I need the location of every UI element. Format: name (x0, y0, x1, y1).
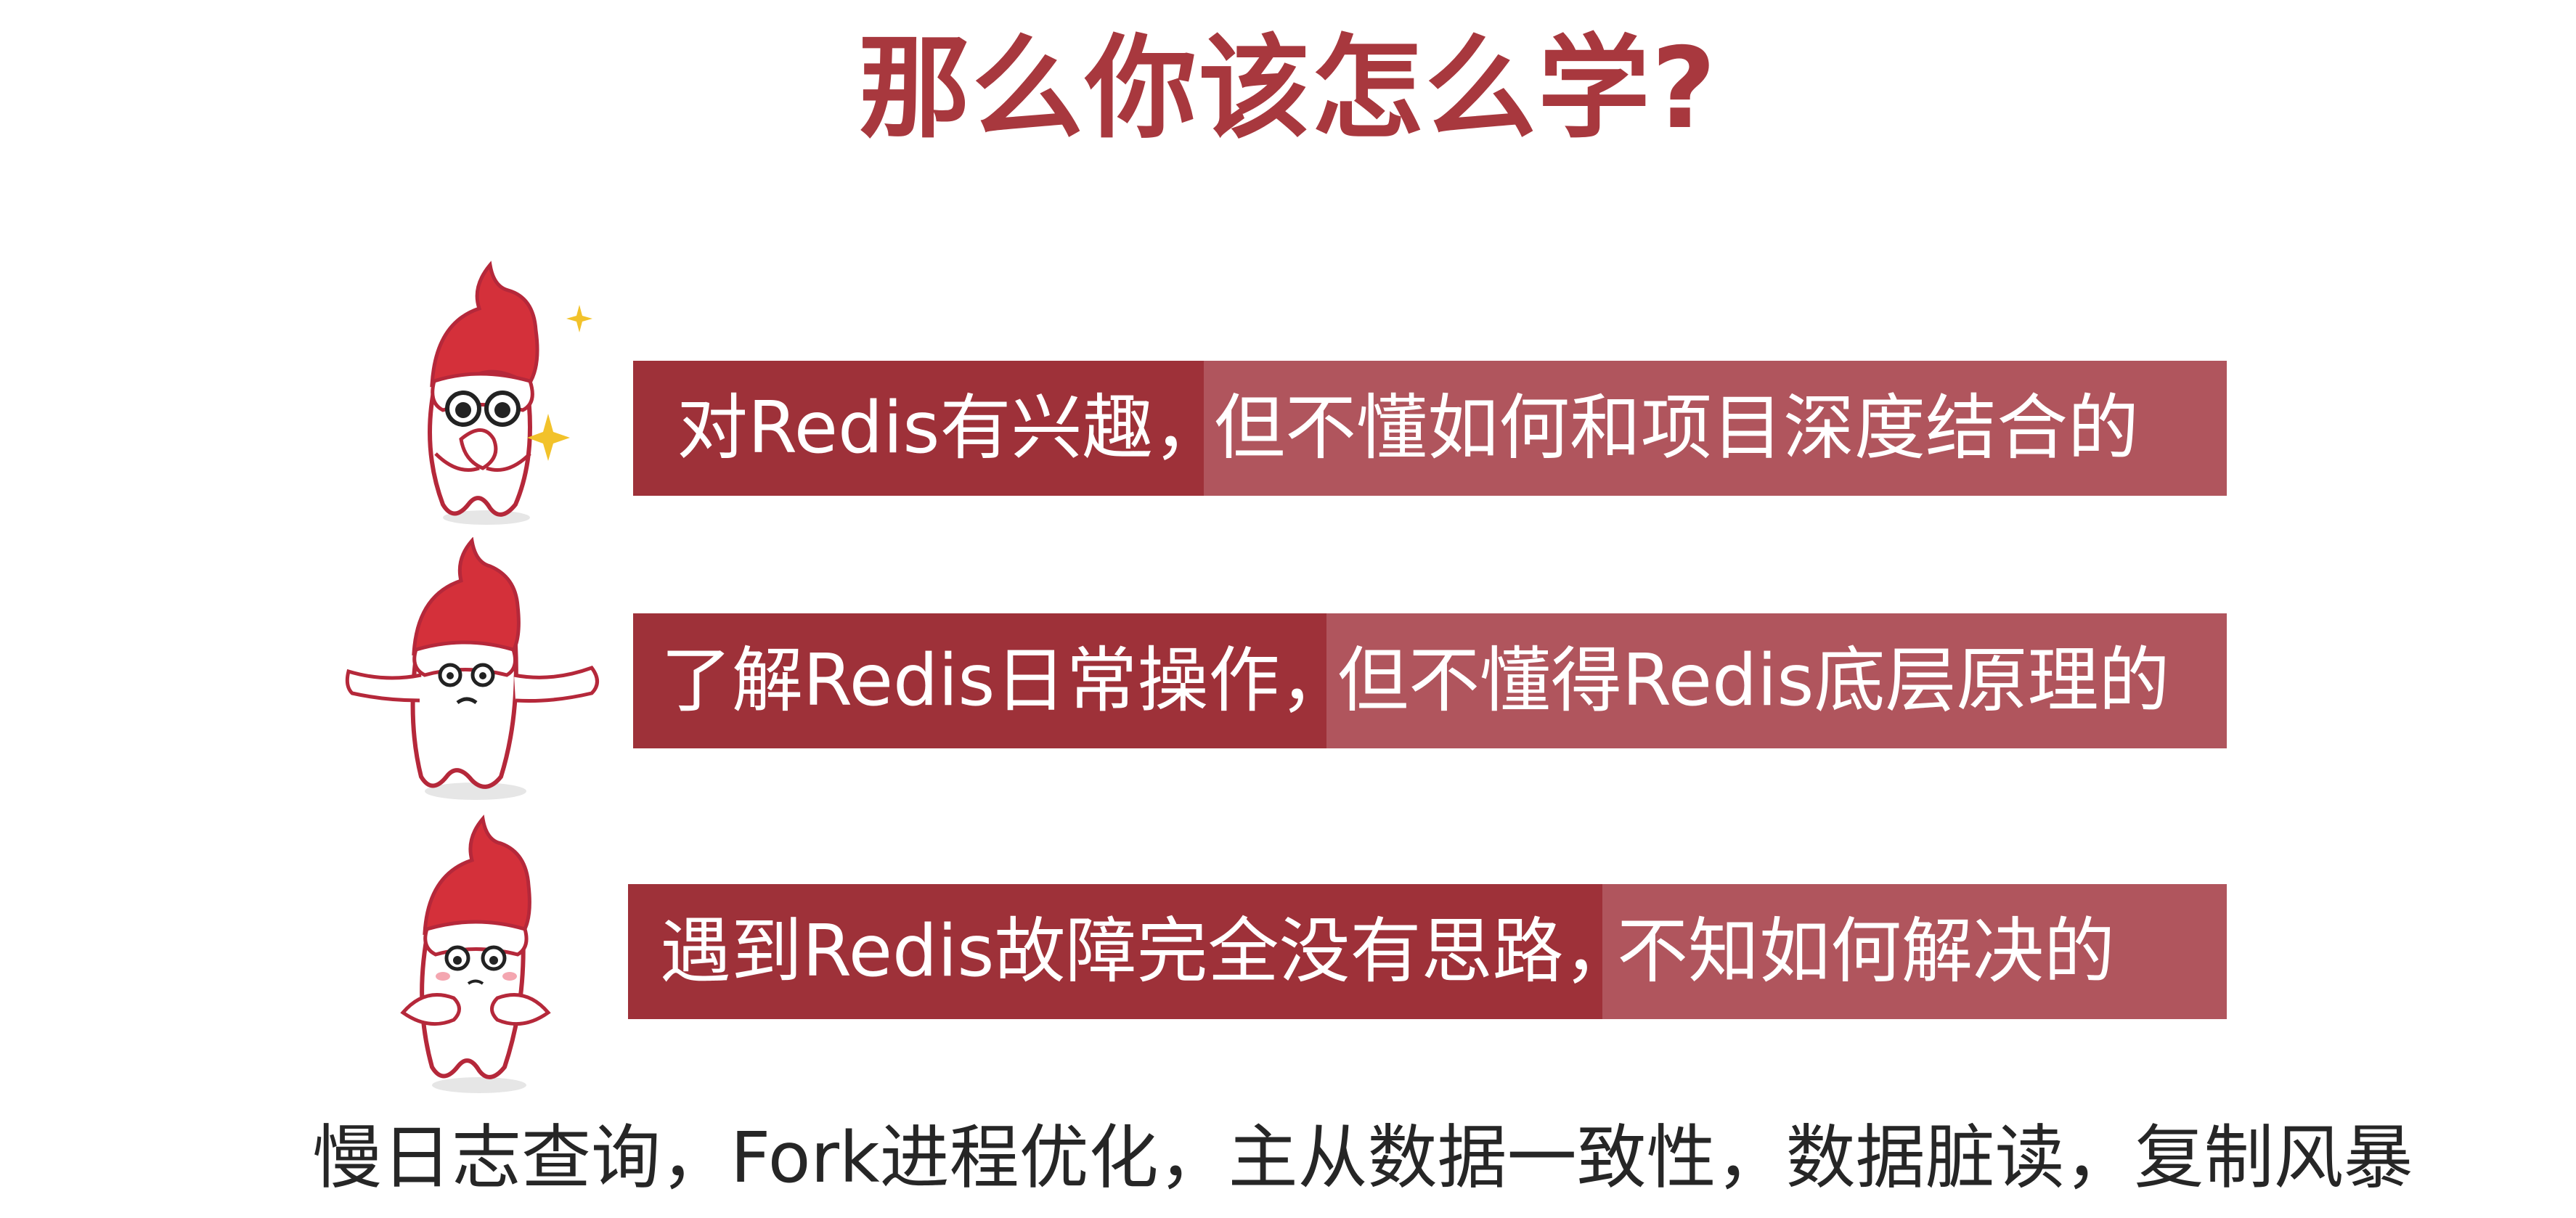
topic-list: 慢日志查询，Fork进程优化，主从数据一致性，数据脏读，复制风暴 (312, 1117, 2413, 1198)
banner-dark-text: 了解Redis日常操作， (661, 639, 1351, 722)
mascot-shrug-icon (345, 537, 599, 800)
banner-row-1: 对Redis有兴趣， 但不懂如何和项目深度结合的 (633, 361, 2227, 496)
banner-dark-text: 对Redis有兴趣， (677, 387, 1225, 470)
banner-row-2: 了解Redis日常操作， 但不懂得Redis底层原理的 (633, 613, 2227, 748)
banner-dark-text: 遇到Redis故障完全没有思路， (660, 910, 1635, 993)
banner-row-3: 遇到Redis故障完全没有思路， 不知如何解决的 (628, 884, 2227, 1019)
page-title: 那么你该怎么学? (858, 24, 1718, 154)
banner-light-text: 但不懂如何和项目深度结合的 (1214, 387, 2140, 470)
banner-light-text: 不知如何解决的 (1617, 910, 2116, 993)
mascot-excited-icon (428, 261, 592, 525)
mascot-worried-icon (400, 814, 551, 1093)
banner-light-text: 但不懂得Redis底层原理的 (1337, 639, 2170, 722)
